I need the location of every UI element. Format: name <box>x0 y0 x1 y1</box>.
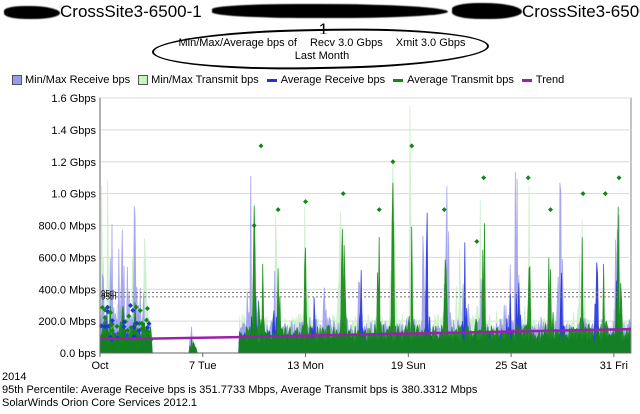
legend-item: Min/Max Receive bps <box>12 74 130 86</box>
y-tick-label: 200.0 Mbps <box>39 316 97 328</box>
chart-subtitle: Min/Max/Average bps of Recv 3.0 Gbps Xmi… <box>152 37 492 63</box>
y-tick-label: 600.0 Mbps <box>39 252 97 264</box>
x-tick-label: 31 Fri <box>600 360 628 372</box>
chart-title-left: CrossSite3-6500-1 <box>60 2 202 21</box>
redaction-mark <box>452 3 522 19</box>
legend-item: Average Receive bps <box>266 74 386 86</box>
legend-swatch <box>266 78 277 82</box>
y-tick-label: 1.6 Gbps <box>51 93 96 105</box>
chart-title-right: CrossSite3-6500 <box>522 2 640 21</box>
y-tick-label: 0.0 bps <box>60 348 97 360</box>
redaction-mark <box>212 4 448 18</box>
legend-item: Min/Max Transmit bps <box>138 74 259 86</box>
footer-percentile: 95th Percentile: Average Receive bps is … <box>2 384 478 396</box>
legend-swatch <box>138 75 149 85</box>
subtitle-recv: Recv 3.0 Gbps <box>309 37 383 49</box>
chart-legend: Min/Max Receive bps Min/Max Transmit bps… <box>12 73 572 87</box>
y-tick-label: 400.0 Mbps <box>39 284 97 296</box>
legend-label: Min/Max Transmit bps <box>151 74 259 86</box>
percentile-label: 95th <box>101 292 117 301</box>
subtitle-xmit: Xmit 3.0 Gbps <box>395 37 466 49</box>
footer-year: 2014 <box>2 371 27 383</box>
legend-label: Average Transmit bps <box>407 74 514 86</box>
legend-item: Trend <box>521 74 565 86</box>
y-tick-label: 1.2 Gbps <box>51 157 96 169</box>
chart-footer: 2014 95th Percentile: Average Receive bp… <box>2 371 477 410</box>
bandwidth-chart: 0.0 bps 200.0 Mbps 400.0 Mbps 600.0 Mbps 800… <box>39 93 632 372</box>
legend-label: Trend <box>535 74 565 86</box>
y-tick-label: 1.0 Gbps <box>51 189 96 201</box>
chart-header: CrossSite3-6500-1 CrossSite3-6500 -1 Min… <box>0 0 640 72</box>
legend-label: Average Receive bps <box>280 74 386 86</box>
y-tick-label: 1.4 Gbps <box>51 125 96 137</box>
subtitle-period: Last Month <box>294 50 350 62</box>
legend-label: Min/Max Receive bps <box>25 74 131 86</box>
y-tick-label: 800.0 Mbps <box>39 221 97 233</box>
x-tick-label: 25 Sat <box>495 360 527 372</box>
footer-product: SolarWinds Orion Core Services 2012.1 <box>2 397 198 409</box>
subtitle-metric: Min/Max/Average bps of <box>178 37 297 49</box>
legend-item: Average Transmit bps <box>393 74 514 86</box>
legend-swatch <box>521 78 532 82</box>
redaction-mark <box>4 6 60 19</box>
legend-swatch <box>12 75 22 85</box>
legend-swatch <box>393 78 404 82</box>
